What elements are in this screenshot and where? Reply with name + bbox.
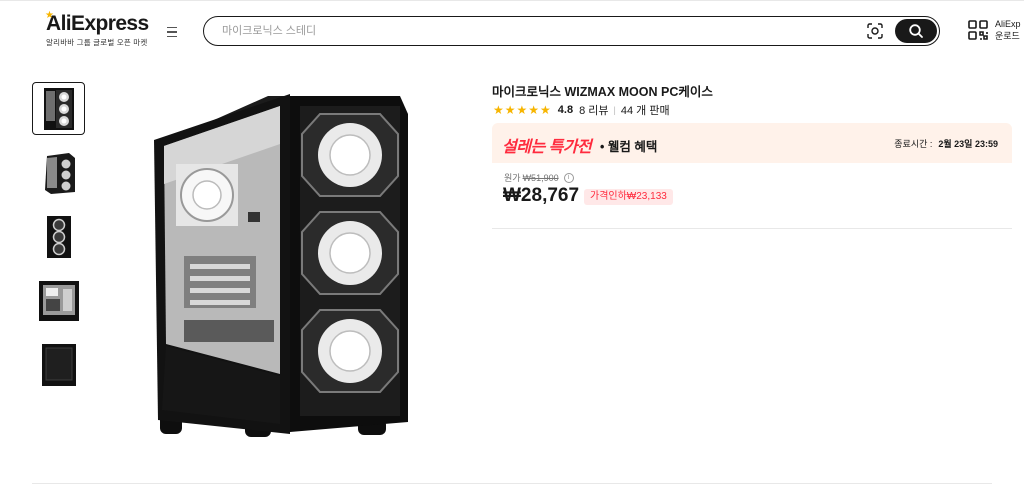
discount-badge: 가격인하₩23,133 (584, 189, 673, 205)
logo-star-icon: ★ (45, 10, 54, 21)
sold-count: 44 개 판매 (620, 105, 670, 117)
price-section: 원가 ₩51,900 i ₩28,767 가격인하₩23,133 (492, 163, 1012, 229)
rating-stars-icon: ★★★★★ (493, 103, 552, 117)
search-input[interactable] (222, 23, 842, 39)
image-search-icon[interactable] (866, 22, 884, 40)
app-download-line1: AliExp (995, 19, 1021, 29)
aliexpress-logo[interactable]: ★ AliExpress 알리바바 그룹 글로벌 오픈 마켓 (45, 10, 149, 48)
search-button[interactable] (895, 18, 937, 43)
original-price-row: 원가 ₩51,900 i (504, 171, 574, 184)
sale-price: ₩28,767 (503, 185, 580, 206)
thumbnail-3[interactable] (32, 210, 85, 263)
reviews-link[interactable]: 8 리뷰 (579, 102, 608, 118)
promo-end-value: 2월 23일 23:59 (938, 139, 998, 149)
app-download-link[interactable]: AliExp 운로드 (967, 18, 1021, 42)
promo-subtitle: • 웰컴 혜택 (600, 140, 658, 154)
app-download-text: AliExp 운로드 (995, 18, 1021, 42)
hamburger-line (167, 26, 177, 29)
promo-banner: 설레는 특가전 • 웰컴 혜택 종료시간 : 2월 23일 23:59 (492, 123, 1012, 163)
promo-end-label: 종료시간 : (894, 139, 933, 149)
product-title: 마이크로닉스 WIZMAX MOON PC케이스 (492, 85, 713, 99)
qr-code-icon (968, 20, 988, 40)
search-bar (203, 16, 940, 46)
thumbnail-5[interactable] (32, 338, 85, 391)
app-download-line2: 운로드 (995, 31, 1020, 41)
search-icon (909, 23, 923, 38)
promo-end-time: 종료시간 : 2월 23일 23:59 (894, 137, 998, 150)
rating-separator: | (613, 105, 616, 115)
product-main-image (140, 84, 430, 444)
logo-subtitle: 알리바바 그룹 글로벌 오픈 마켓 (46, 38, 148, 47)
original-price-label: 원가 (504, 173, 521, 183)
thumbnail-1[interactable] (32, 82, 85, 135)
rating-row: ★★★★★ 4.8 8 리뷰 | 44 개 판매 (493, 102, 670, 118)
top-divider (0, 0, 1024, 1)
info-icon[interactable]: i (563, 172, 574, 183)
category-menu-button[interactable] (163, 24, 181, 40)
rating-value: 4.8 (557, 104, 574, 116)
original-price: ₩51,900 (522, 172, 559, 183)
hamburger-line (167, 35, 177, 38)
thumbnail-4[interactable] (32, 274, 85, 327)
logo-text: ★ AliExpress (45, 10, 149, 35)
promo-badge: 설레는 특가전 (502, 139, 592, 156)
section-divider (32, 483, 992, 484)
hamburger-line (167, 31, 177, 33)
thumbnail-2[interactable] (32, 146, 85, 199)
